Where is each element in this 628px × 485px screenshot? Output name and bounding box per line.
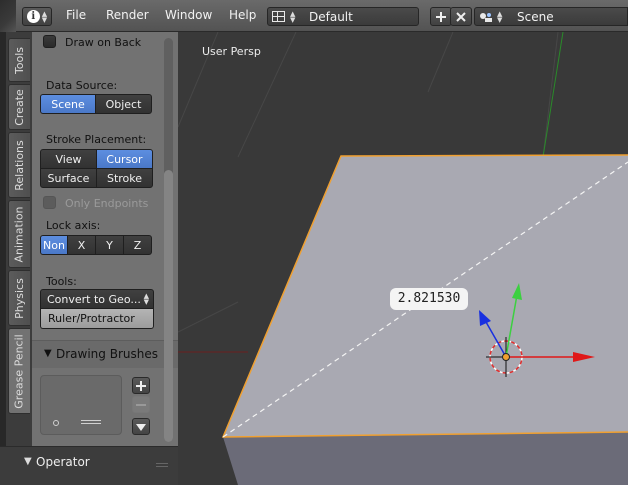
resize-grip-icon[interactable] (81, 420, 101, 424)
tab-label: Animation (13, 205, 26, 263)
screen-layout-icon (272, 11, 285, 22)
convert-dropdown-label: Convert to Geo... (47, 293, 141, 306)
collapse-triangle-icon: ▼ (24, 456, 32, 467)
tab-label: Tools (13, 46, 27, 74)
close-icon (456, 11, 466, 22)
updown-arrows-icon: ▲ ▼ (143, 292, 149, 306)
drawing-brushes-panel-header[interactable]: ▼ Drawing Brushes (32, 340, 178, 368)
placement-view-button[interactable]: View (40, 149, 97, 169)
menu-render[interactable]: Render (106, 8, 149, 22)
add-brush-button[interactable] (132, 377, 150, 394)
tab-strip-edge (0, 32, 6, 446)
plus-icon (136, 381, 146, 391)
scene-name[interactable]: Scene (517, 10, 554, 24)
lock-axis-x-button[interactable]: X (67, 235, 96, 255)
data-source-label: Data Source: (46, 79, 118, 92)
lock-axis-toggle: Non X Y Z (40, 235, 152, 255)
triangle-down-icon (136, 424, 146, 431)
data-source-toggle: Scene Object (40, 94, 152, 114)
draw-on-back-label: Draw on Back (65, 36, 142, 49)
convert-to-geometry-dropdown[interactable]: Convert to Geo... ▲ ▼ (40, 289, 154, 309)
lock-axis-label: Lock axis: (46, 219, 101, 232)
3d-viewport[interactable]: User Persp 2.821530 (178, 32, 628, 485)
editor-type-button[interactable]: i ▲ ▼ (22, 7, 52, 26)
world-y-axis-line (542, 32, 564, 158)
list-item-dot-icon (53, 420, 59, 426)
tab-grease-pencil[interactable]: Grease Pencil (8, 328, 30, 414)
brush-specials-button[interactable] (132, 418, 150, 435)
placement-stroke-button[interactable]: Stroke (96, 168, 153, 188)
screen-layout-selector[interactable]: ▲ ▼ Default (267, 7, 419, 26)
menu-help[interactable]: Help (229, 8, 256, 22)
scene-selector[interactable]: ▲ ▼ Scene (474, 7, 628, 26)
operator-panel[interactable]: ▼ Operator (0, 446, 178, 485)
ruler-protractor-button[interactable]: Ruler/Protractor (40, 309, 154, 329)
placement-surface-button[interactable]: Surface (40, 168, 97, 188)
scene-icon (480, 13, 492, 22)
header-bar: i ▲ ▼ File Render Window Help ▲ ▼ Default … (0, 0, 628, 32)
add-screen-button[interactable] (430, 7, 452, 26)
info-icon: i (26, 10, 40, 23)
tool-shelf-panel: Draw on Back Data Source: Scene Object S… (32, 32, 178, 446)
tab-physics[interactable]: Physics (8, 270, 30, 326)
plus-icon (436, 11, 446, 22)
tab-animation[interactable]: Animation (8, 200, 30, 268)
mesh-side-face (223, 432, 628, 485)
lock-axis-none-button[interactable]: Non (40, 235, 68, 255)
stroke-placement-label: Stroke Placement: (46, 133, 147, 146)
tool-shelf-scroll-thumb[interactable] (164, 170, 173, 442)
tab-label: Physics (13, 277, 26, 319)
menu-file[interactable]: File (66, 8, 86, 22)
tools-label: Tools: (46, 275, 77, 288)
drawing-brushes-title: Drawing Brushes (56, 347, 158, 361)
only-endpoints-label: Only Endpoints (65, 197, 149, 210)
viewport-view-label: User Persp (202, 45, 261, 58)
brush-list[interactable] (40, 375, 122, 435)
tab-label: Create (13, 88, 26, 126)
updown-arrows-icon: ▲ ▼ (497, 10, 503, 24)
measure-value-label: 2.821530 (390, 288, 468, 310)
stroke-placement-grid: View Cursor Surface Stroke (40, 149, 154, 188)
tab-relations[interactable]: Relations (8, 132, 30, 198)
operator-title: Operator (36, 455, 90, 469)
only-endpoints-checkbox[interactable] (43, 196, 56, 209)
menu-window[interactable]: Window (165, 8, 212, 22)
tab-create[interactable]: Create (8, 84, 30, 130)
lock-axis-y-button[interactable]: Y (95, 235, 124, 255)
screen-layout-name[interactable]: Default (309, 10, 353, 24)
data-source-object-button[interactable]: Object (95, 94, 152, 114)
minus-icon (136, 404, 146, 406)
draw-on-back-checkbox[interactable] (43, 35, 56, 48)
area-corner-handle[interactable] (0, 0, 16, 32)
tab-tools[interactable]: Tools (8, 38, 30, 82)
updown-arrows-icon: ▲ ▼ (290, 10, 296, 24)
updown-arrows-icon: ▲ ▼ (41, 9, 48, 24)
placement-cursor-button[interactable]: Cursor (96, 149, 153, 169)
viewport-canvas[interactable] (178, 32, 628, 485)
tab-label: Relations (13, 139, 27, 191)
collapse-triangle-icon: ▼ (44, 348, 52, 359)
tab-label: Grease Pencil (13, 333, 27, 409)
delete-screen-button[interactable] (450, 7, 472, 26)
tool-shelf-tabs: Tools Create Relations Animation Physics… (0, 32, 32, 446)
data-source-scene-button[interactable]: Scene (40, 94, 96, 114)
lock-axis-z-button[interactable]: Z (123, 235, 152, 255)
remove-brush-button[interactable] (132, 396, 150, 413)
panel-grip-icon[interactable] (156, 463, 168, 467)
